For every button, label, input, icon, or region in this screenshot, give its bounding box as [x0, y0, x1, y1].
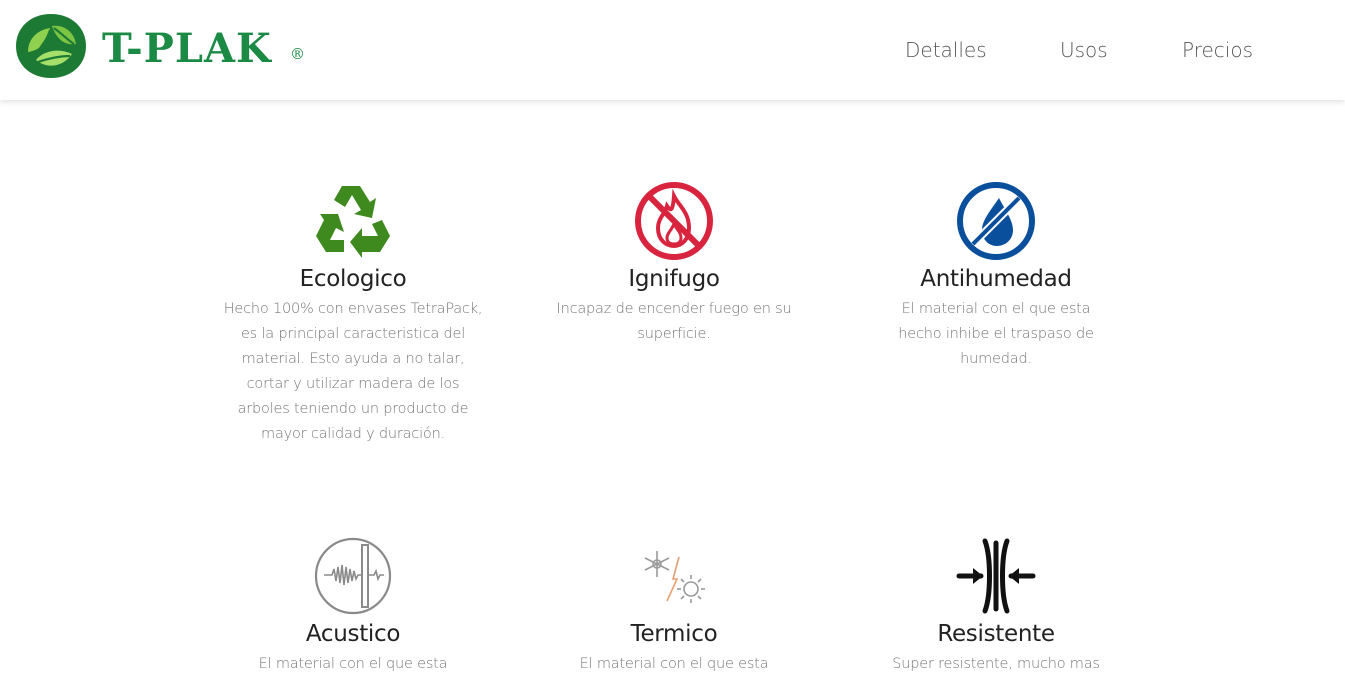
- feature-title: Antihumedad: [920, 266, 1072, 292]
- no-fire-icon: [635, 182, 713, 260]
- feature-resistente: Resistente Super resistente, mucho mas: [856, 535, 1136, 677]
- feature-description: El material con el que esta: [579, 656, 769, 672]
- snowflake-sun-icon: [644, 551, 705, 603]
- feature-ignifugo: Ignifugo Incapaz de encender fuego en su…: [534, 180, 814, 347]
- feature-termico: Termico El material con el que esta: [534, 535, 814, 677]
- no-water-icon: [957, 182, 1035, 260]
- feature-description: El material con el que esta hecho inhibe…: [898, 301, 1094, 367]
- feature-description: Incapaz de encender fuego en su superfic…: [556, 301, 792, 342]
- feature-description: El material con el que esta: [258, 656, 448, 672]
- feature-title: Resistente: [937, 621, 1055, 647]
- feature-antihumedad: Antihumedad El material con el que esta …: [856, 180, 1136, 372]
- nav-link-usos[interactable]: Usos: [1060, 38, 1108, 62]
- nav-link-detalles[interactable]: Detalles: [905, 38, 987, 62]
- compression-arrows-icon: [956, 538, 1036, 614]
- feature-title: Ignifugo: [628, 266, 720, 292]
- main-nav: Detalles Usos Precios: [0, 38, 1345, 68]
- acoustic-wave-icon: [314, 537, 392, 615]
- feature-ecologico: Ecologico Hecho 100% con envases TetraPa…: [213, 180, 493, 447]
- recycle-icon: [316, 186, 390, 258]
- feature-title: Termico: [630, 621, 718, 647]
- feature-description: Hecho 100% con envases TetraPack, es la …: [223, 301, 483, 442]
- feature-title: Ecologico: [299, 266, 407, 292]
- site-header: T-PLAK ® Detalles Usos Precios: [0, 0, 1345, 100]
- feature-description: Super resistente, mucho mas: [892, 656, 1100, 672]
- nav-link-precios[interactable]: Precios: [1182, 38, 1253, 62]
- feature-title: Acustico: [305, 621, 401, 647]
- feature-acustico: Acustico El material con el que esta: [213, 535, 493, 677]
